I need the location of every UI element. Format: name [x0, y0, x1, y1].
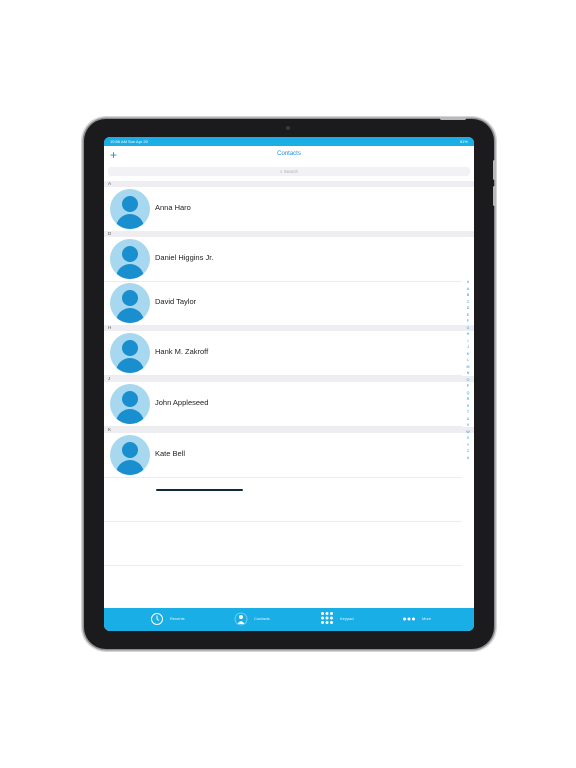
- tab-recents[interactable]: Recents: [148, 608, 208, 631]
- avatar-head: [122, 196, 138, 212]
- home-indicator[interactable]: [156, 489, 243, 491]
- index-letter[interactable]: #: [464, 455, 472, 462]
- keypad-icon: [321, 612, 333, 624]
- avatar-head: [122, 246, 138, 262]
- contact-row[interactable]: David Taylor: [104, 281, 462, 326]
- search-icon: ⌕: [279, 169, 283, 174]
- contact-name: John Appleseed: [155, 398, 209, 407]
- app-screen: 10:56 AM Sun Apr 20 81% + Contacts ⌕ Sea…: [104, 137, 474, 631]
- avatar: [110, 384, 150, 424]
- search-input[interactable]: ⌕ Search: [108, 167, 470, 176]
- status-bar: 10:56 AM Sun Apr 20 81%: [104, 137, 474, 146]
- avatar-head: [122, 391, 138, 407]
- contact-row[interactable]: Daniel Higgins Jr.: [104, 237, 462, 282]
- tab-label: Contacts: [254, 616, 270, 621]
- avatar-body: [116, 409, 144, 424]
- avatar-body: [116, 308, 144, 323]
- tab-label: More: [422, 616, 432, 621]
- contact-row[interactable]: Hank M. Zakroff: [104, 331, 462, 376]
- contact-row[interactable]: John Appleseed: [104, 382, 462, 427]
- avatar-head: [122, 442, 138, 458]
- contact-row[interactable]: Anna Haro: [104, 187, 462, 232]
- front-camera: [286, 126, 290, 130]
- avatar: [110, 283, 150, 323]
- contact-name: David Taylor: [155, 297, 197, 306]
- tab-more[interactable]: More: [400, 608, 450, 631]
- avatar: [110, 333, 150, 373]
- page-title: Contacts: [277, 151, 301, 157]
- more-icon: [403, 617, 415, 621]
- status-time: 10:56 AM Sun Apr 20: [110, 139, 148, 144]
- top-button: [440, 117, 466, 120]
- contact-name: Daniel Higgins Jr.: [155, 253, 214, 262]
- avatar: [110, 189, 150, 229]
- avatar-head: [122, 290, 138, 306]
- navigation-bar: + Contacts: [104, 146, 474, 166]
- avatar-body: [116, 358, 144, 373]
- avatar-body: [116, 214, 144, 229]
- avatar-body: [116, 264, 144, 279]
- tab-label: Recents: [170, 616, 185, 621]
- search-placeholder: Search: [283, 169, 299, 174]
- contact-name: Hank M. Zakroff: [155, 347, 209, 356]
- tab-contacts[interactable]: Contacts: [232, 608, 302, 631]
- empty-row-divider: [104, 565, 462, 566]
- contact-name: Kate Bell: [155, 449, 186, 458]
- battery-indicator: 81%: [459, 139, 468, 144]
- alphabet-index[interactable]: # A B C D E F G H I J K L M N O P Q R S T U V W X Y Z #: [464, 279, 472, 461]
- contact-name: Anna Haro: [155, 203, 191, 212]
- avatar: [110, 239, 150, 279]
- volume-up-button: [493, 160, 496, 180]
- tab-label: Keypad: [340, 616, 354, 621]
- contact-row[interactable]: Kate Bell: [104, 433, 462, 478]
- volume-down-button: [493, 186, 496, 206]
- clock-icon: [151, 613, 163, 625]
- avatar-head: [122, 340, 138, 356]
- avatar-body: [116, 460, 144, 475]
- person-icon: [234, 612, 248, 626]
- avatar: [110, 435, 150, 475]
- tab-keypad[interactable]: Keypad: [318, 608, 378, 631]
- tab-bar: Recents Contacts Keypad More: [104, 608, 474, 631]
- empty-row-divider: [104, 521, 462, 522]
